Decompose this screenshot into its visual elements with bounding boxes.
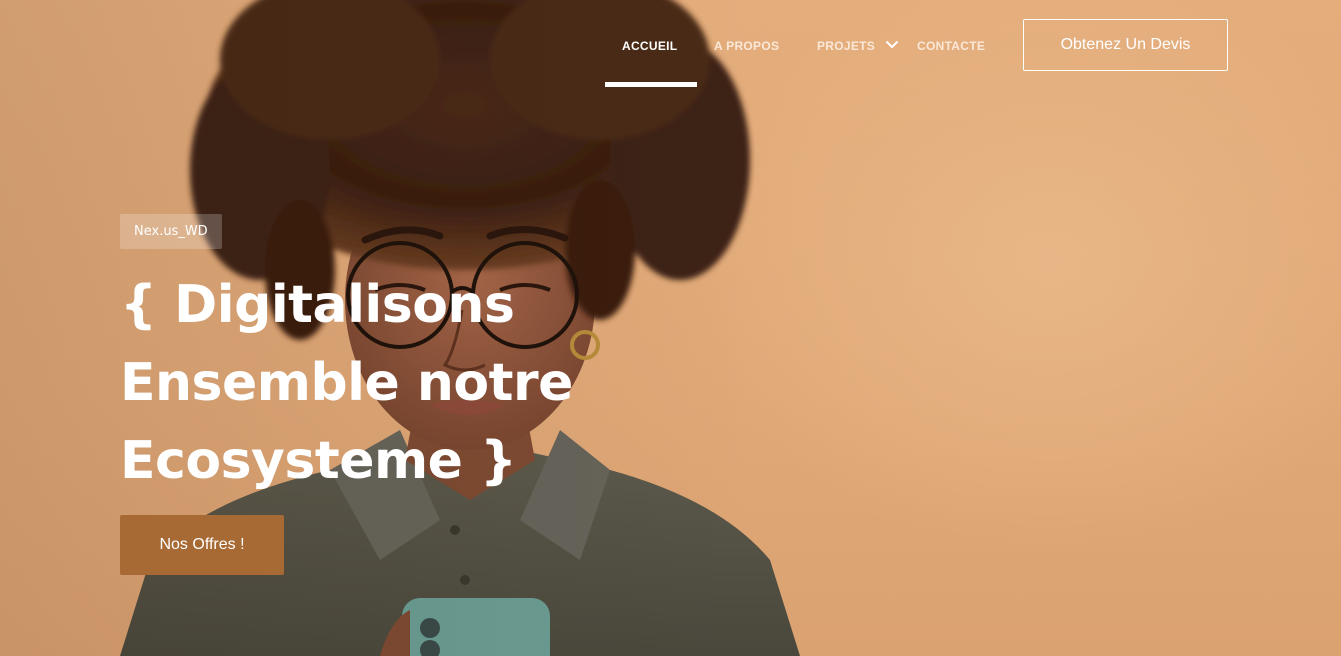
main-nav: ACCUEIL A PROPOS PROJETS CONTACTE Obtene… <box>0 0 1341 90</box>
nav-item-projets[interactable]: PROJETS <box>817 39 875 53</box>
brand-badge: Nex.us_WD <box>120 214 222 249</box>
headline-line-3: Ecosysteme } <box>120 431 517 491</box>
nav-item-accueil[interactable]: ACCUEIL <box>622 39 677 53</box>
nav-item-contacte[interactable]: CONTACTE <box>917 39 985 53</box>
hero-section: ACCUEIL A PROPOS PROJETS CONTACTE Obtene… <box>0 0 1341 656</box>
hero-headline: { Digitalisons Ensemble notre Ecosysteme… <box>120 266 640 500</box>
nav-item-a-propos[interactable]: A PROPOS <box>714 39 779 53</box>
nav-active-indicator <box>605 82 697 87</box>
headline-line-1: { Digitalisons <box>120 275 515 335</box>
headline-line-2: Ensemble notre <box>120 353 573 413</box>
chevron-down-icon[interactable] <box>885 38 899 52</box>
our-offers-button[interactable]: Nos Offres ! <box>120 515 284 575</box>
get-quote-button[interactable]: Obtenez Un Devis <box>1023 19 1228 71</box>
